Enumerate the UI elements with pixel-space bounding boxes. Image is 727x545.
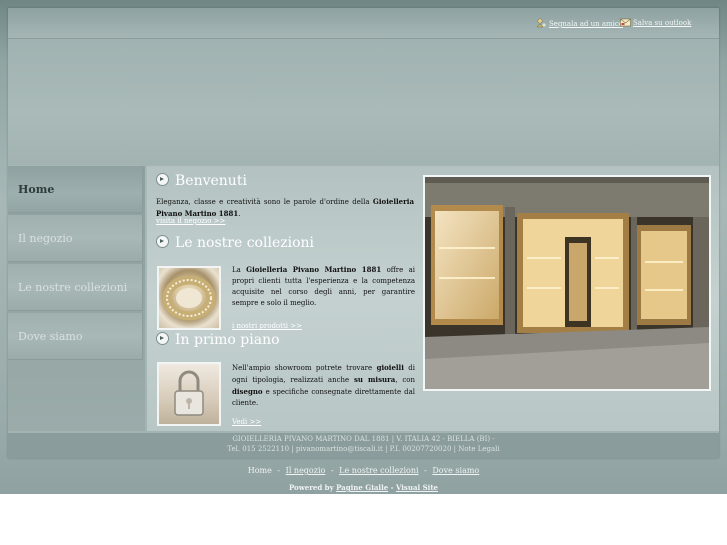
footer-contacts: Tel. 015 2522110 | pivanomartino@tiscali… — [8, 445, 719, 453]
footer-legal-link[interactable]: Note Legali — [458, 445, 499, 453]
our-products-link[interactable]: i nostri prodotti >> — [232, 322, 302, 330]
recommend-label: Segnala ad un amico — [549, 20, 624, 28]
featured-text-1: Nell'ampio showroom potrete trovare — [232, 364, 373, 372]
header-banner — [8, 39, 719, 165]
featured-bold-2: su misura — [353, 375, 396, 384]
save-outlook-label: Salva su outlook — [633, 19, 692, 27]
see-more-link[interactable]: Vedi >> — [232, 418, 261, 426]
nav-item-il-negozio[interactable]: Il negozio — [8, 215, 143, 262]
pagine-gialle-link[interactable]: Pagine Gialle — [336, 483, 388, 492]
powered-by: Powered by Pagine Gialle - Visual Site — [0, 483, 727, 492]
ring-thumbnail[interactable] — [157, 266, 221, 330]
collections-brand: Gioielleria Pivano Martino 1881 — [246, 265, 382, 274]
welcome-heading: Benvenuti — [156, 173, 247, 189]
padlock-image — [174, 370, 204, 416]
bottom-nav-separator: - — [330, 466, 334, 475]
visit-shop-link[interactable]: visita il negozio >> — [156, 217, 225, 225]
footer-address: GIOIELLERIA PIVANO MARTINO DAL 1881 | V.… — [232, 435, 495, 443]
collections-text-1: La — [232, 266, 241, 274]
recommend-link[interactable]: Segnala ad un amico — [536, 18, 623, 28]
bullet-arrow-icon — [156, 235, 169, 248]
featured-title: In primo piano — [175, 332, 280, 348]
bottom-nav-separator: - — [424, 466, 427, 475]
bottom-nav-collezioni[interactable]: Le nostre collezioni — [339, 466, 418, 475]
main-content: Benvenuti Eleganza, classe e creatività … — [147, 166, 719, 431]
bottom-nav-home[interactable]: Home — [248, 466, 272, 475]
nav-item-le-nostre-collezioni[interactable]: Le nostre collezioni — [8, 264, 143, 311]
site-footer: GIOIELLERIA PIVANO MARTINO DAL 1881 | V.… — [8, 433, 719, 458]
top-bar: Segnala ad un amico Salva su outlook — [8, 8, 719, 39]
featured-text-3: , con — [395, 376, 416, 384]
bullet-arrow-icon — [156, 332, 169, 345]
shop-front-photo — [423, 175, 711, 391]
featured-bold-3: disegno — [232, 387, 263, 396]
bottom-nav-dove[interactable]: Dove siamo — [432, 466, 479, 475]
nav-item-dove-siamo[interactable]: Dove siamo — [8, 313, 143, 360]
recommend-icon — [536, 18, 546, 28]
nav-item-home[interactable]: Home — [8, 166, 143, 213]
featured-bold-1: gioielli — [376, 363, 404, 372]
padlock-thumbnail[interactable] — [157, 362, 221, 426]
bottom-nav-negozio[interactable]: Il negozio — [286, 466, 326, 475]
collections-heading: Le nostre collezioni — [156, 235, 314, 251]
welcome-title: Benvenuti — [175, 173, 247, 189]
visual-site-link[interactable]: Visual Site — [396, 483, 438, 492]
powered-dash: - — [390, 483, 394, 492]
collections-title: Le nostre collezioni — [175, 235, 315, 251]
footer-separator: | — [291, 445, 294, 453]
welcome-text-1: Eleganza, classe e creatività sono le pa… — [156, 198, 370, 206]
footer-phone[interactable]: Tel. 015 2522110 — [227, 445, 289, 453]
footer-vat: | P.I. 00207720020 | — [385, 445, 456, 453]
ring-image — [162, 275, 216, 321]
powered-label: Powered by — [288, 483, 334, 492]
welcome-text-2: . — [238, 210, 241, 218]
featured-heading: In primo piano — [156, 332, 280, 348]
save-outlook-link[interactable]: Salva su outlook — [620, 18, 691, 27]
sidebar-nav: Home Il negozio Le nostre collezioni Dov… — [8, 166, 145, 431]
site-container: Segnala ad un amico Salva su outlook Hom… — [8, 8, 719, 458]
featured-text: Nell'ampio showroom potrete trovare gioi… — [232, 362, 415, 409]
bullet-arrow-icon — [156, 173, 169, 186]
envelope-icon — [620, 18, 631, 27]
bottom-nav: Home - Il negozio - Le nostre collezioni… — [0, 466, 727, 475]
collections-text: La Gioielleria Pivano Martino 1881 offre… — [232, 264, 415, 309]
bottom-nav-separator: - — [277, 466, 281, 475]
footer-email-link[interactable]: pivanomartino@tiscali.it — [296, 445, 383, 453]
